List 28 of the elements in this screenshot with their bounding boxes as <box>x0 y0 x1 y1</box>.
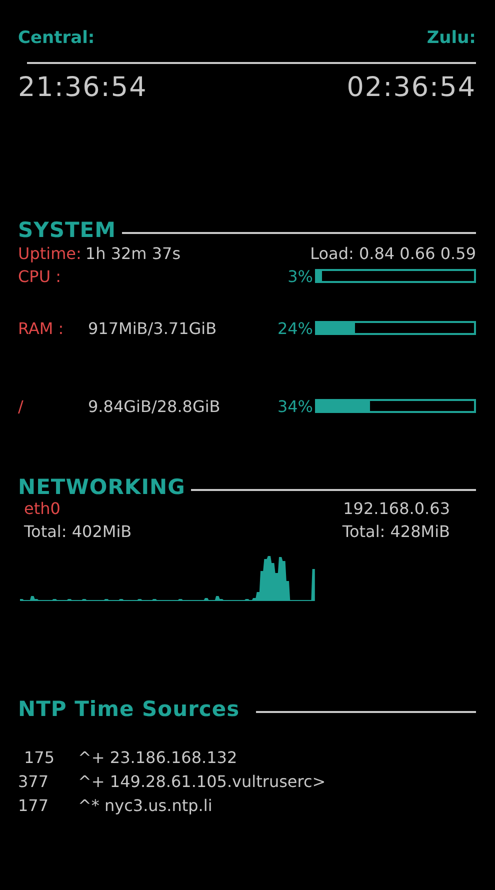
ntp-source: ^* nyc3.us.ntp.li <box>78 796 214 814</box>
usage-text: 9.84GiB/28.8GiB <box>88 396 220 416</box>
uptime-label: Uptime: <box>18 244 82 263</box>
clock-label: Zulu: <box>426 28 476 48</box>
clock-time: 21:36:54 <box>18 72 148 103</box>
ntp-source: ^+ 149.28.61.105.vultruserc> <box>78 772 327 790</box>
upload-total: Total: 428MiB <box>342 522 450 541</box>
section-heading: SYSTEM <box>18 218 116 242</box>
ip-address: 192.168.0.63 <box>343 499 450 518</box>
usage-text: 917MiB/3.71GiB <box>88 318 217 338</box>
interface-name: eth0 <box>24 499 60 518</box>
percent-text: 3% <box>288 266 313 286</box>
percent-text: 34% <box>277 396 313 416</box>
load-text: Load: 0.84 0.66 0.59 <box>310 244 476 263</box>
clock-label: Central: <box>18 28 95 48</box>
section-heading: NETWORKING <box>18 475 186 499</box>
reach-value: 175 <box>23 748 56 766</box>
percent-text: 24% <box>277 318 313 338</box>
ntp-source: ^+ 23.186.168.132 <box>78 748 238 766</box>
clock-time: 02:36:54 <box>346 72 476 103</box>
reach-value: 377 <box>18 772 50 790</box>
download-total: Total: 402MiB <box>24 522 132 541</box>
reach-value: 177 <box>18 796 50 814</box>
meter-label: CPU : <box>18 266 62 286</box>
section-heading: NTP Time Sources <box>18 697 240 721</box>
uptime-value: 1h 32m 37s <box>85 244 181 263</box>
meter-label: RAM : <box>18 318 65 338</box>
meter-label: / <box>18 396 24 416</box>
